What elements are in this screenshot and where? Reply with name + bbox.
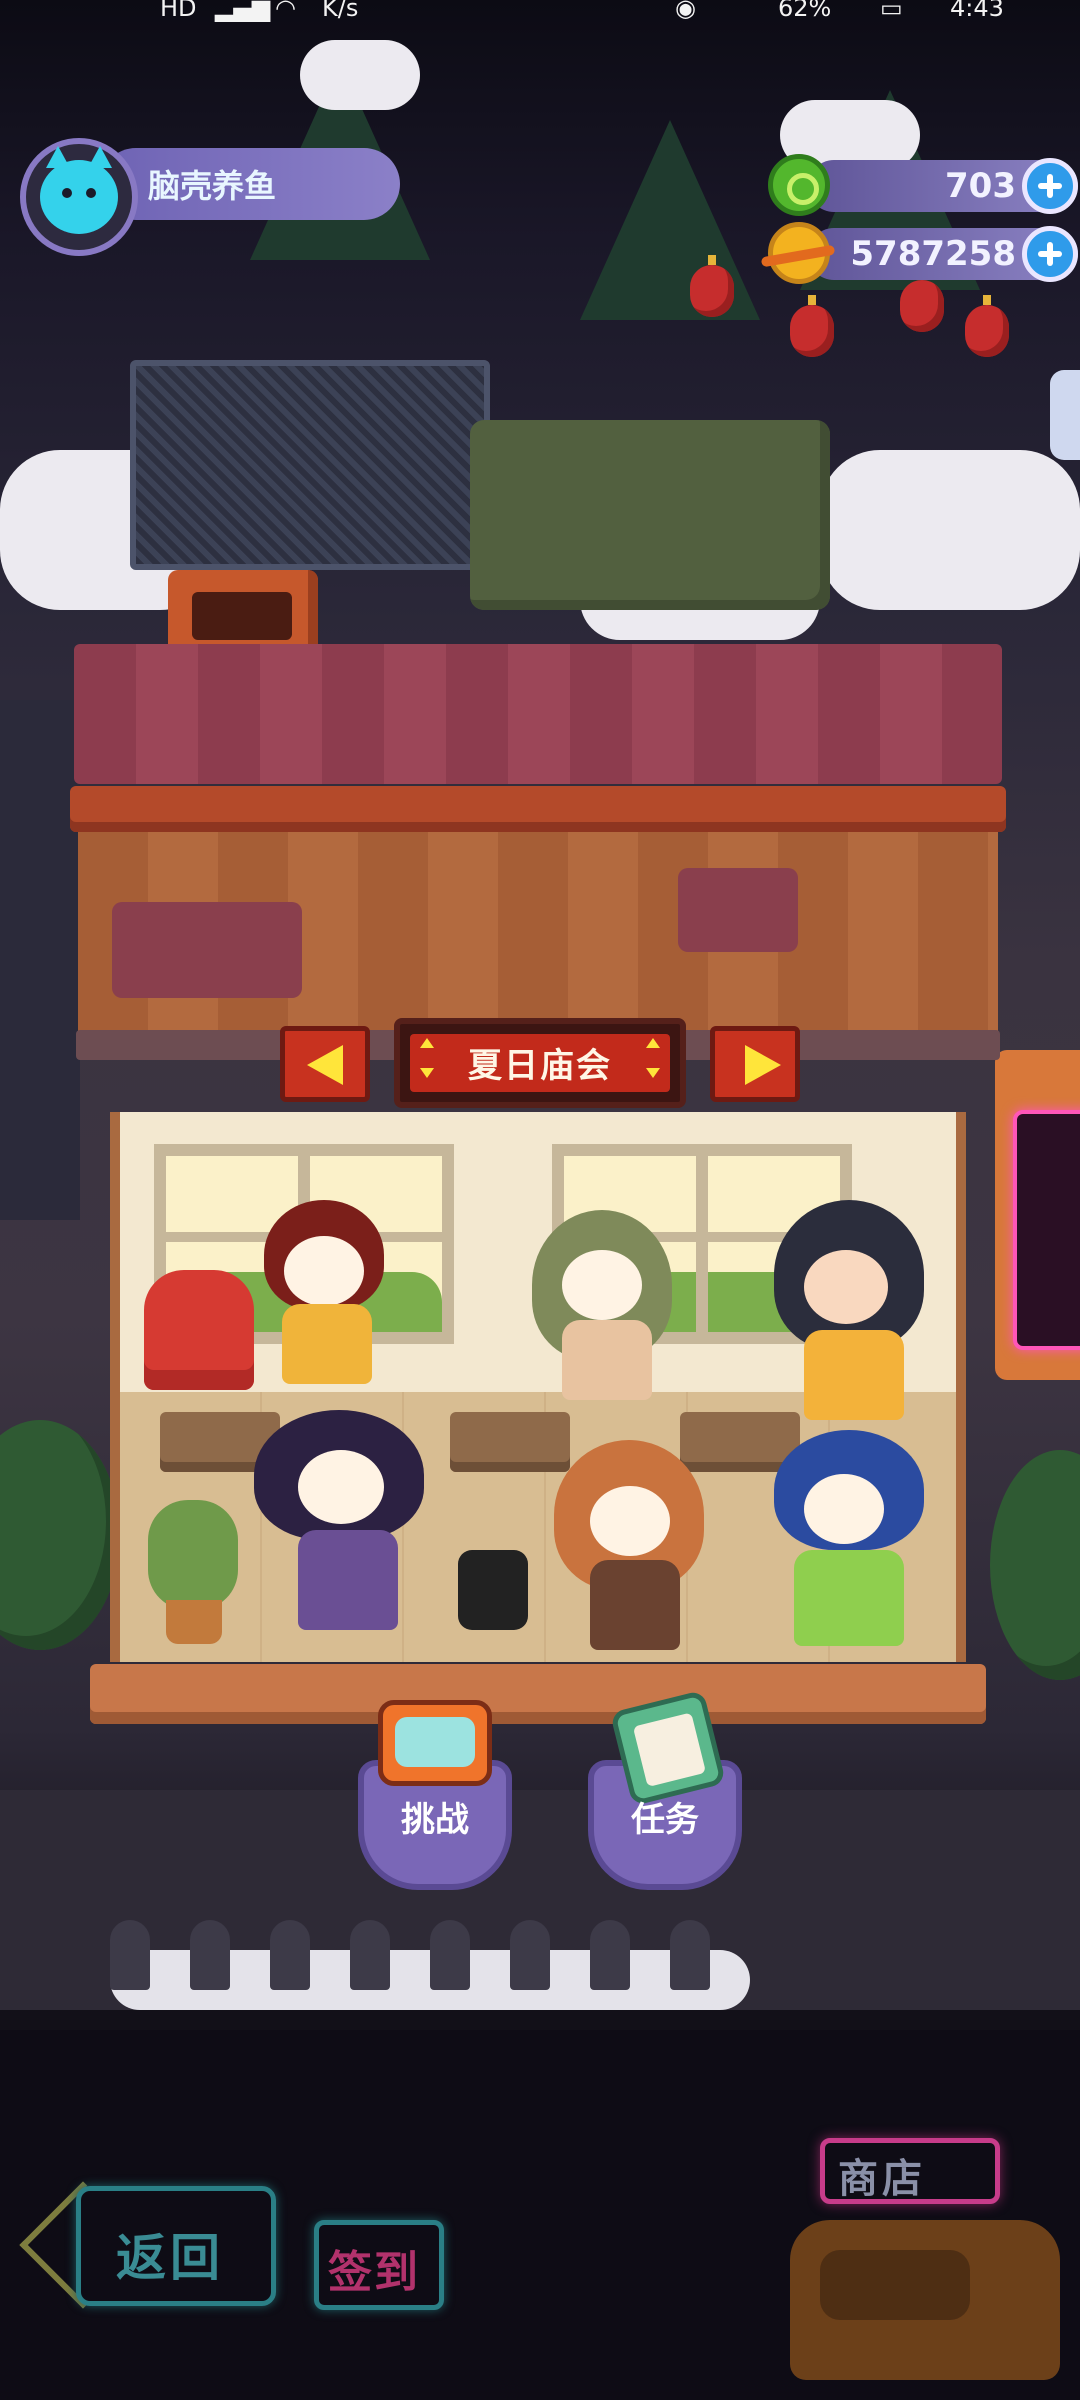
add-coins-button[interactable] bbox=[1022, 226, 1078, 282]
shop-truck-icon bbox=[790, 2220, 1060, 2380]
cyan-cat-icon bbox=[40, 146, 118, 234]
room-title-sign: 夏日庙会 bbox=[280, 1018, 800, 1108]
tasks-label: 任务 bbox=[631, 1800, 699, 1840]
wifi-icon: ◠ bbox=[275, 0, 296, 22]
room-title: 夏日庙会 bbox=[468, 1046, 612, 1086]
tv-icon bbox=[378, 1700, 492, 1786]
network-type-label: HD bbox=[160, 0, 197, 22]
coin-count: 5787258 bbox=[850, 234, 1016, 274]
neon-shop-sign bbox=[995, 1050, 1080, 1380]
black-backpack bbox=[458, 1550, 528, 1630]
currency-coins: 5787258 bbox=[768, 222, 1078, 284]
shop-label: 商店 bbox=[838, 2156, 926, 2202]
street-bollards bbox=[110, 1920, 760, 1990]
system-status-bar: HD ▂▄▆ ◠ K/s ◉ 62% ▭ 4:43 bbox=[0, 0, 1080, 28]
upper-wall bbox=[78, 832, 998, 1032]
roof-trim bbox=[70, 786, 1006, 832]
character-red-hair[interactable] bbox=[254, 1200, 414, 1390]
gold-planet-coin-icon bbox=[768, 222, 830, 284]
back-button[interactable]: 返回 bbox=[16, 2160, 276, 2340]
back-label: 返回 bbox=[116, 2229, 224, 2287]
lantern bbox=[690, 255, 734, 317]
challenge-label: 挑战 bbox=[401, 1800, 469, 1840]
left-side-building bbox=[0, 700, 80, 1220]
speed-unit: K/s bbox=[322, 0, 359, 22]
player-name: 脑壳养鱼 bbox=[148, 167, 277, 205]
challenge-button[interactable]: 挑战 bbox=[350, 1700, 520, 1890]
character-orange-hair-shark-hood[interactable] bbox=[764, 1200, 944, 1430]
character-purple-hair[interactable] bbox=[254, 1410, 444, 1640]
red-dress-mannequin bbox=[144, 1270, 254, 1390]
building-base bbox=[90, 1664, 986, 1724]
chainlink-fence bbox=[130, 360, 490, 570]
battery-icon: ▭ bbox=[880, 0, 903, 22]
player-avatar[interactable] bbox=[20, 138, 138, 256]
character-ginger-curls[interactable] bbox=[554, 1440, 724, 1660]
add-gems-button[interactable] bbox=[1022, 158, 1078, 214]
lantern bbox=[790, 295, 834, 357]
prev-room-button[interactable] bbox=[280, 1026, 370, 1102]
room-title-board: 夏日庙会 bbox=[394, 1018, 686, 1108]
eye-icon: ◉ bbox=[675, 0, 696, 22]
building-roof bbox=[74, 644, 1002, 784]
tasks-button[interactable]: 任务 bbox=[580, 1689, 750, 1890]
battery-percent: 62% bbox=[778, 0, 832, 22]
side-drawer-tab[interactable] bbox=[1050, 370, 1080, 460]
sign-in-button[interactable]: 签到 bbox=[300, 2180, 460, 2330]
school-desk bbox=[450, 1412, 570, 1472]
sign-in-label: 签到 bbox=[328, 2247, 420, 2298]
lantern bbox=[965, 295, 1009, 357]
currency-gems: 703 bbox=[768, 154, 1078, 216]
next-room-button[interactable] bbox=[710, 1026, 800, 1102]
potted-plant bbox=[148, 1500, 238, 1644]
classroom-building: 夏日庙会 bbox=[70, 560, 1006, 1800]
character-green-hair[interactable] bbox=[532, 1210, 702, 1410]
shop-button[interactable]: 商店 bbox=[790, 2110, 1080, 2400]
clock-time: 4:43 bbox=[950, 0, 1004, 22]
snow-pile bbox=[300, 40, 420, 110]
green-donut-coin-icon bbox=[768, 154, 830, 216]
bush bbox=[990, 1450, 1080, 1680]
character-blue-hair-glasses[interactable] bbox=[754, 1430, 954, 1660]
lantern bbox=[900, 270, 944, 332]
gem-count: 703 bbox=[945, 166, 1016, 206]
player-profile[interactable]: 脑壳养鱼 bbox=[20, 138, 400, 256]
signal-icon: ▂▄▆ bbox=[215, 0, 271, 22]
